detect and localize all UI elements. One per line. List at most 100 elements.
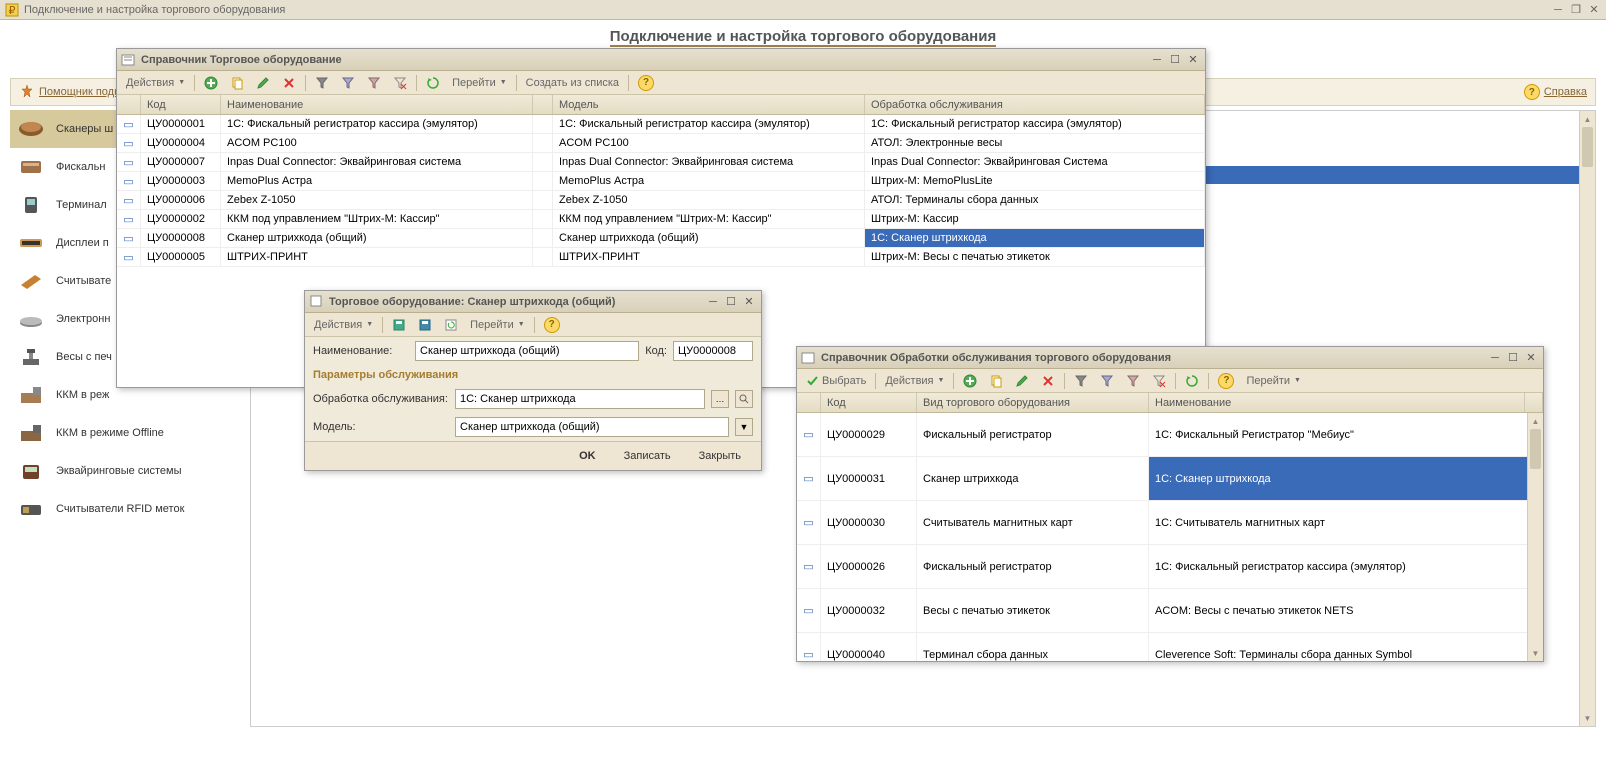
filter3-button[interactable] <box>362 73 386 93</box>
filter3-button[interactable] <box>1121 371 1145 391</box>
close-button[interactable]: Закрыть <box>689 448 751 464</box>
edit-button[interactable] <box>1010 371 1034 391</box>
minimize-icon[interactable]: ─ <box>1149 53 1165 67</box>
reread-button[interactable] <box>439 315 463 335</box>
scroll-up-icon[interactable]: ▲ <box>1528 413 1543 429</box>
maximize-icon[interactable]: ☐ <box>723 295 739 309</box>
ok-button[interactable]: OK <box>569 448 606 464</box>
filter2-button[interactable] <box>1095 371 1119 391</box>
ellipsis-button[interactable]: … <box>711 390 729 408</box>
add-button[interactable] <box>958 371 982 391</box>
table-row[interactable]: ▭ЦУ00000011С: Фискальный регистратор кас… <box>117 115 1205 134</box>
assistant-link[interactable]: Помощник подк <box>39 86 119 98</box>
handler-input[interactable] <box>455 389 705 409</box>
goto-menu[interactable]: Перейти▼ <box>1241 371 1306 391</box>
cell-spacer <box>533 115 553 133</box>
code-input[interactable] <box>673 341 753 361</box>
sidebar-item-kkm2[interactable]: ККМ в режиме Offline <box>10 414 240 452</box>
col-code[interactable]: Код <box>821 393 917 412</box>
help-link[interactable]: Справка <box>1544 86 1587 98</box>
maximize-icon[interactable]: ☐ <box>1167 53 1183 67</box>
col-handler[interactable]: Обработка обслуживания <box>865 95 1205 114</box>
cell-code: ЦУ0000006 <box>141 191 221 209</box>
dropdown-button[interactable]: ▼ <box>735 418 753 436</box>
col-model[interactable]: Модель <box>553 95 865 114</box>
help-button[interactable]: ? <box>539 315 565 335</box>
table-row[interactable]: ▭ЦУ0000002ККМ под управлением "Штрих-М: … <box>117 210 1205 229</box>
restore-icon[interactable]: ❐ <box>1568 3 1584 17</box>
edit-button[interactable] <box>251 73 275 93</box>
copy-button[interactable] <box>984 371 1008 391</box>
col-kind[interactable]: Вид торгового оборудования <box>917 393 1149 412</box>
filter2-button[interactable] <box>336 73 360 93</box>
create-from-list-button[interactable]: Создать из списка <box>521 73 624 93</box>
win3-scrollbar[interactable]: ▲ ▼ <box>1527 413 1543 661</box>
filter1-button[interactable] <box>1069 371 1093 391</box>
content-scrollbar[interactable]: ▲ ▼ <box>1579 111 1595 726</box>
col-name[interactable]: Наименование <box>221 95 533 114</box>
minimize-icon[interactable]: ─ <box>1487 351 1503 365</box>
scroll-thumb[interactable] <box>1582 127 1593 167</box>
add-button[interactable] <box>199 73 223 93</box>
close-icon[interactable]: ✕ <box>1586 3 1602 17</box>
app-icon: ₽ <box>4 2 20 18</box>
refresh-button[interactable] <box>1180 371 1204 391</box>
cell-model: ККМ под управлением "Штрих-М: Кассир" <box>553 210 865 228</box>
model-input[interactable] <box>455 417 729 437</box>
delete-button[interactable] <box>277 73 301 93</box>
cell-code: ЦУ0000004 <box>141 134 221 152</box>
filter-clear-button[interactable] <box>1147 371 1171 391</box>
select-button[interactable]: Выбрать <box>801 371 871 391</box>
cell-name: Inpas Dual Connector: Эквайринговая сист… <box>221 153 533 171</box>
lookup-button[interactable] <box>735 390 753 408</box>
scroll-down-icon[interactable]: ▼ <box>1580 710 1595 726</box>
table-row[interactable]: ▭ЦУ0000031Сканер штрихкода1С: Сканер штр… <box>797 457 1543 501</box>
table-row[interactable]: ▭ЦУ0000004ACOM PC100ACOM PC100АТОЛ: Элек… <box>117 134 1205 153</box>
sidebar-item-label: Дисплеи п <box>56 237 109 249</box>
filter-clear-button[interactable] <box>388 73 412 93</box>
minimize-icon[interactable]: ─ <box>705 295 721 309</box>
cell-handler: АТОЛ: Терминалы сбора данных <box>865 191 1205 209</box>
help-button[interactable]: ? <box>1213 371 1239 391</box>
actions-menu[interactable]: Действия▼ <box>121 73 190 93</box>
help-icon[interactable]: ? <box>1524 84 1540 100</box>
save-button[interactable]: Записать <box>614 448 681 464</box>
saveclose-button[interactable] <box>413 315 437 335</box>
table-row[interactable]: ▭ЦУ0000040Терминал сбора данныхCleverenc… <box>797 633 1543 661</box>
sidebar-item-label: Весы с печ <box>56 351 112 363</box>
col-name[interactable]: Наименование <box>1149 393 1525 412</box>
table-row[interactable]: ▭ЦУ0000026Фискальный регистратор1С: Фиск… <box>797 545 1543 589</box>
scroll-down-icon[interactable]: ▼ <box>1528 645 1543 661</box>
col-code[interactable]: Код <box>141 95 221 114</box>
sidebar-item-rfid[interactable]: Считыватели RFID меток <box>10 490 240 528</box>
save-button[interactable] <box>387 315 411 335</box>
cell-spacer <box>533 248 553 266</box>
name-input[interactable] <box>415 341 639 361</box>
goto-menu[interactable]: Перейти▼ <box>465 315 530 335</box>
scroll-up-icon[interactable]: ▲ <box>1580 111 1595 127</box>
table-row[interactable]: ▭ЦУ0000032Весы с печатью этикетокACOM: В… <box>797 589 1543 633</box>
table-row[interactable]: ▭ЦУ0000030Считыватель магнитных карт1С: … <box>797 501 1543 545</box>
actions-menu[interactable]: Действия▼ <box>309 315 378 335</box>
help-button[interactable]: ? <box>633 73 659 93</box>
refresh-button[interactable] <box>421 73 445 93</box>
table-row[interactable]: ▭ЦУ0000007Inpas Dual Connector: Эквайрин… <box>117 153 1205 172</box>
minimize-icon[interactable]: ─ <box>1550 3 1566 17</box>
copy-button[interactable] <box>225 73 249 93</box>
actions-menu[interactable]: Действия▼ <box>880 371 949 391</box>
close-icon[interactable]: ✕ <box>1185 53 1201 67</box>
close-icon[interactable]: ✕ <box>741 295 757 309</box>
scroll-thumb[interactable] <box>1530 429 1541 469</box>
row-icon: ▭ <box>797 633 821 661</box>
sidebar-item-acquiring[interactable]: Эквайринговые системы <box>10 452 240 490</box>
filter1-button[interactable] <box>310 73 334 93</box>
maximize-icon[interactable]: ☐ <box>1505 351 1521 365</box>
table-row[interactable]: ▭ЦУ0000008Сканер штрихкода (общий)Сканер… <box>117 229 1205 248</box>
close-icon[interactable]: ✕ <box>1523 351 1539 365</box>
delete-button[interactable] <box>1036 371 1060 391</box>
goto-menu[interactable]: Перейти▼ <box>447 73 512 93</box>
table-row[interactable]: ▭ЦУ0000029Фискальный регистратор1С: Фиск… <box>797 413 1543 457</box>
table-row[interactable]: ▭ЦУ0000003MemoPlus АстраMemoPlus АстраШт… <box>117 172 1205 191</box>
table-row[interactable]: ▭ЦУ0000005ШТРИХ-ПРИНТШТРИХ-ПРИНТШтрих-М:… <box>117 248 1205 267</box>
table-row[interactable]: ▭ЦУ0000006Zebex Z-1050Zebex Z-1050АТОЛ: … <box>117 191 1205 210</box>
